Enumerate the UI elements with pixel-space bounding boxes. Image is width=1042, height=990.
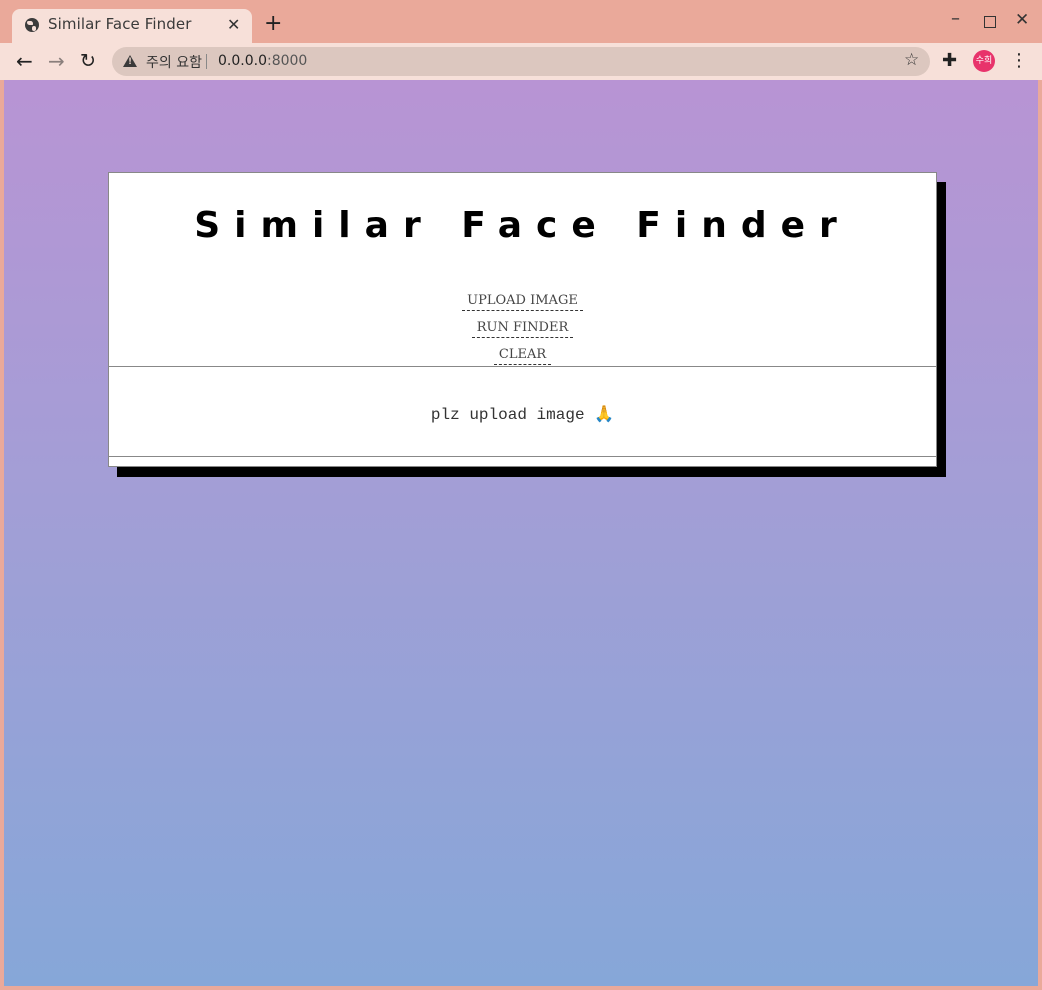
avatar[interactable]: 수희 [973,50,995,72]
browser-toolbar: ← → ↻ 주의 요함 0.0.0.0:8000 ☆ ✚ 수희 ⋮ [0,43,1042,80]
run-finder-button[interactable]: RUN FINDER [471,319,574,338]
divider [109,456,936,457]
url-port: :8000 [266,53,308,69]
upload-prompt-message: plz upload image 🙏 [430,406,615,424]
back-arrow-icon[interactable]: ← [16,49,33,73]
page-title: Similar Face Finder [194,205,851,246]
omnibox-separator [206,54,207,69]
address-bar[interactable]: 주의 요함 0.0.0.0:8000 ☆ [112,47,930,76]
kebab-menu-icon[interactable]: ⋮ [1010,50,1028,72]
maximize-icon[interactable] [984,16,996,28]
tab-close-icon[interactable]: ✕ [227,15,240,35]
forward-arrow-icon[interactable]: → [48,49,65,73]
url-host: 0.0.0.0 [218,53,267,69]
new-tab-button[interactable]: + [264,13,282,35]
clear-button[interactable]: CLEAR [493,346,552,365]
url-text[interactable]: 0.0.0.0:8000 [218,53,307,69]
reload-icon[interactable]: ↻ [80,49,96,73]
action-list: UPLOAD IMAGE RUN FINDER CLEAR [109,289,936,370]
star-icon[interactable]: ☆ [904,50,919,70]
close-window-icon[interactable]: ✕ [1015,11,1029,29]
minimize-icon[interactable]: – [951,10,960,28]
warning-icon[interactable] [123,55,137,67]
security-label[interactable]: 주의 요함 [146,52,202,72]
globe-icon [25,18,39,32]
divider [109,366,936,367]
browser-tab[interactable]: Similar Face Finder ✕ [12,9,252,43]
page-viewport: Similar Face Finder UPLOAD IMAGE RUN FIN… [4,80,1038,986]
finder-card: Similar Face Finder UPLOAD IMAGE RUN FIN… [108,172,937,467]
upload-image-button[interactable]: UPLOAD IMAGE [462,292,583,311]
tab-title: Similar Face Finder [48,15,192,33]
puzzle-icon[interactable]: ✚ [942,50,957,72]
browser-titlebar: Similar Face Finder ✕ + – ✕ [0,0,1042,43]
